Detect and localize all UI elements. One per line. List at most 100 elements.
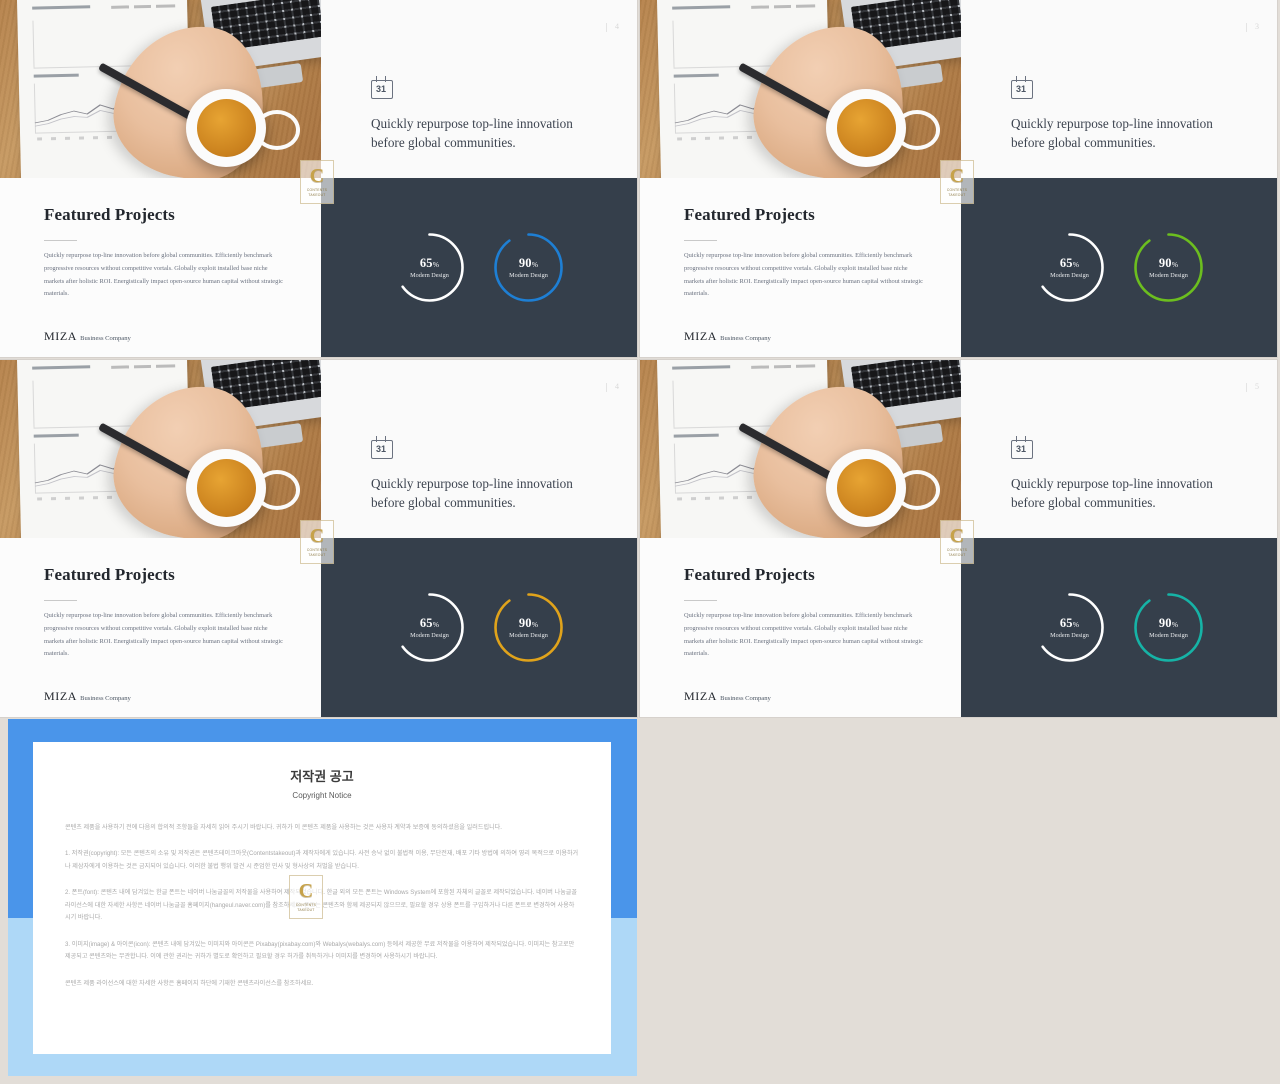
- donut-chart: 65% Modern Design: [391, 229, 468, 306]
- section-body: Quickly repurpose top-line innovation be…: [684, 612, 923, 658]
- description-quadrant: Featured Projects Quickly repurpose top-…: [640, 178, 961, 357]
- donut-group: 65% Modern Design 90% Modern Design: [321, 178, 637, 357]
- chart-title-line: [672, 365, 731, 370]
- calendar-icon: 31: [371, 436, 393, 459]
- subchart-title-line: [674, 432, 719, 437]
- slide-headline: Quickly repurpose top-line innovation be…: [371, 116, 573, 151]
- section-title: Featured Projects: [684, 565, 815, 584]
- brand-footer: MIZA Business Company: [44, 687, 131, 705]
- watermark-letter: C: [298, 880, 314, 903]
- watermark-letter: C: [949, 165, 965, 188]
- stats-quadrant: 65% Modern Design 90% Modern Design: [321, 178, 637, 357]
- contents-takeout-watermark: C CONTENTS TAKEOUT: [289, 875, 323, 919]
- donut-caption: Modern Design: [1050, 272, 1089, 279]
- watermark-line2: TAKEOUT: [948, 193, 966, 197]
- brand-name: MIZA: [44, 689, 78, 703]
- donut-value: 65%: [1059, 616, 1080, 630]
- donut-chart: 65% Modern Design: [391, 589, 468, 666]
- chart-legend-line: [110, 364, 176, 369]
- watermark-line1: CONTENTS: [306, 548, 328, 553]
- donut-caption: Modern Design: [410, 632, 449, 639]
- page-number: 4: [606, 382, 620, 392]
- calendar-icon: 31: [1011, 436, 1033, 459]
- watermark-line2: TAKEOUT: [948, 553, 966, 557]
- donut-group: 65% Modern Design 90% Modern Design: [321, 538, 637, 717]
- brand-tagline: Business Company: [80, 695, 131, 702]
- slide-thumbnail[interactable]: 5 31 Quickly repurpose top-line innovati…: [640, 360, 1277, 717]
- watermark-line2: TAKEOUT: [297, 908, 315, 912]
- page-number: 3: [1246, 22, 1260, 32]
- contents-takeout-watermark: C CONTENTS TAKEOUT: [300, 520, 334, 564]
- donut-chart: 65% Modern Design: [1031, 229, 1108, 306]
- donut-caption: Modern Design: [1149, 632, 1188, 639]
- donut-caption: Modern Design: [1149, 272, 1188, 279]
- description-quadrant: Featured Projects Quickly repurpose top-…: [640, 538, 961, 717]
- brand-tagline: Business Company: [720, 335, 771, 342]
- title-divider: [44, 600, 77, 601]
- section-title: Featured Projects: [44, 205, 175, 224]
- intro-quadrant: 4 31 Quickly repurpose top-line innovati…: [321, 0, 637, 178]
- slide-deck-preview: 4 31 Quickly repurpose top-line innovati…: [0, 0, 1280, 1084]
- subchart-title-line: [34, 72, 79, 77]
- slide-thumbnail[interactable]: 4 31 Quickly repurpose top-line innovati…: [0, 360, 637, 717]
- donut-chart: 65% Modern Design: [1031, 589, 1108, 666]
- watermark-letter: C: [309, 525, 325, 548]
- subchart-title-line: [34, 432, 79, 437]
- calendar-day: 31: [1015, 444, 1026, 454]
- contents-takeout-watermark: C CONTENTS TAKEOUT: [940, 520, 974, 564]
- watermark-line1: CONTENTS: [306, 188, 328, 193]
- brand-footer: MIZA Business Company: [44, 327, 131, 345]
- subchart-title-line: [674, 72, 719, 77]
- watermark-line2: TAKEOUT: [308, 553, 326, 557]
- description-quadrant: Featured Projects Quickly repurpose top-…: [0, 178, 321, 357]
- chart-title-line: [32, 365, 91, 370]
- brand-tagline: Business Company: [80, 335, 131, 342]
- donut-value: 90%: [518, 256, 539, 270]
- brand-name: MIZA: [684, 689, 718, 703]
- chart-legend-line: [750, 4, 816, 9]
- donut-value: 90%: [518, 616, 539, 630]
- slide-thumbnail[interactable]: 4 31 Quickly repurpose top-line innovati…: [0, 0, 637, 357]
- slide-headline: Quickly repurpose top-line innovation be…: [1011, 476, 1213, 511]
- calendar-day: 31: [375, 84, 386, 94]
- copyright-paragraph: 콘텐츠 제품을 사용하기 전에 다음의 합의적 조항들을 자세히 읽어 주시기 …: [65, 824, 502, 831]
- stats-quadrant: 65% Modern Design 90% Modern Design: [961, 178, 1277, 357]
- copyright-title-en: Copyright Notice: [292, 791, 352, 800]
- watermark-line2: TAKEOUT: [308, 193, 326, 197]
- page-number: 4: [606, 22, 620, 32]
- donut-chart: 90% Modern Design: [490, 229, 567, 306]
- description-quadrant: Featured Projects Quickly repurpose top-…: [0, 538, 321, 717]
- intro-quadrant: 4 31 Quickly repurpose top-line innovati…: [321, 360, 637, 538]
- copyright-notice-panel: 저작권 공고 Copyright Notice 콘텐츠 제품을 사용하기 전에 …: [8, 719, 637, 1076]
- donut-chart: 90% Modern Design: [1130, 229, 1207, 306]
- copyright-paragraph: 콘텐츠 제품 라이선스에 대한 자세한 사항은 홈페이지 하단에 기재한 콘텐츠…: [65, 979, 314, 987]
- title-divider: [684, 240, 717, 241]
- donut-value: 65%: [419, 616, 440, 630]
- donut-caption: Modern Design: [1050, 632, 1089, 639]
- desk-photo: [0, 0, 321, 178]
- donut-value: 65%: [1059, 256, 1080, 270]
- slide-headline: Quickly repurpose top-line innovation be…: [371, 476, 573, 511]
- donut-chart: 90% Modern Design: [1130, 589, 1207, 666]
- photo-quadrant: [0, 0, 321, 178]
- brand-name: MIZA: [684, 329, 718, 343]
- copyright-paragraph: 1. 저작권(copyright): 모든 콘텐츠의 소유 및 저작권은 콘텐츠…: [65, 850, 579, 870]
- section-title: Featured Projects: [684, 205, 815, 224]
- donut-caption: Modern Design: [509, 632, 548, 639]
- desk-photo: [640, 360, 961, 538]
- calendar-icon: 31: [371, 76, 393, 99]
- brand-footer: MIZA Business Company: [684, 687, 771, 705]
- brand-name: MIZA: [44, 329, 78, 343]
- slide-thumbnail[interactable]: 3 31 Quickly repurpose top-line innovati…: [640, 0, 1277, 357]
- brand-tagline: Business Company: [720, 695, 771, 702]
- title-divider: [684, 600, 717, 601]
- page-number: 5: [1246, 382, 1260, 392]
- photo-quadrant: [0, 360, 321, 538]
- copyright-title-ko: 저작권 공고: [290, 769, 354, 784]
- copyright-paragraph: 3. 이미지(image) & 아이콘(icon): 콘텐츠 내에 담겨있는 이…: [65, 940, 575, 961]
- contents-takeout-watermark: C CONTENTS TAKEOUT: [940, 160, 974, 204]
- donut-value: 90%: [1158, 256, 1179, 270]
- watermark-letter: C: [309, 165, 325, 188]
- brand-footer: MIZA Business Company: [684, 327, 771, 345]
- donut-value: 90%: [1158, 616, 1179, 630]
